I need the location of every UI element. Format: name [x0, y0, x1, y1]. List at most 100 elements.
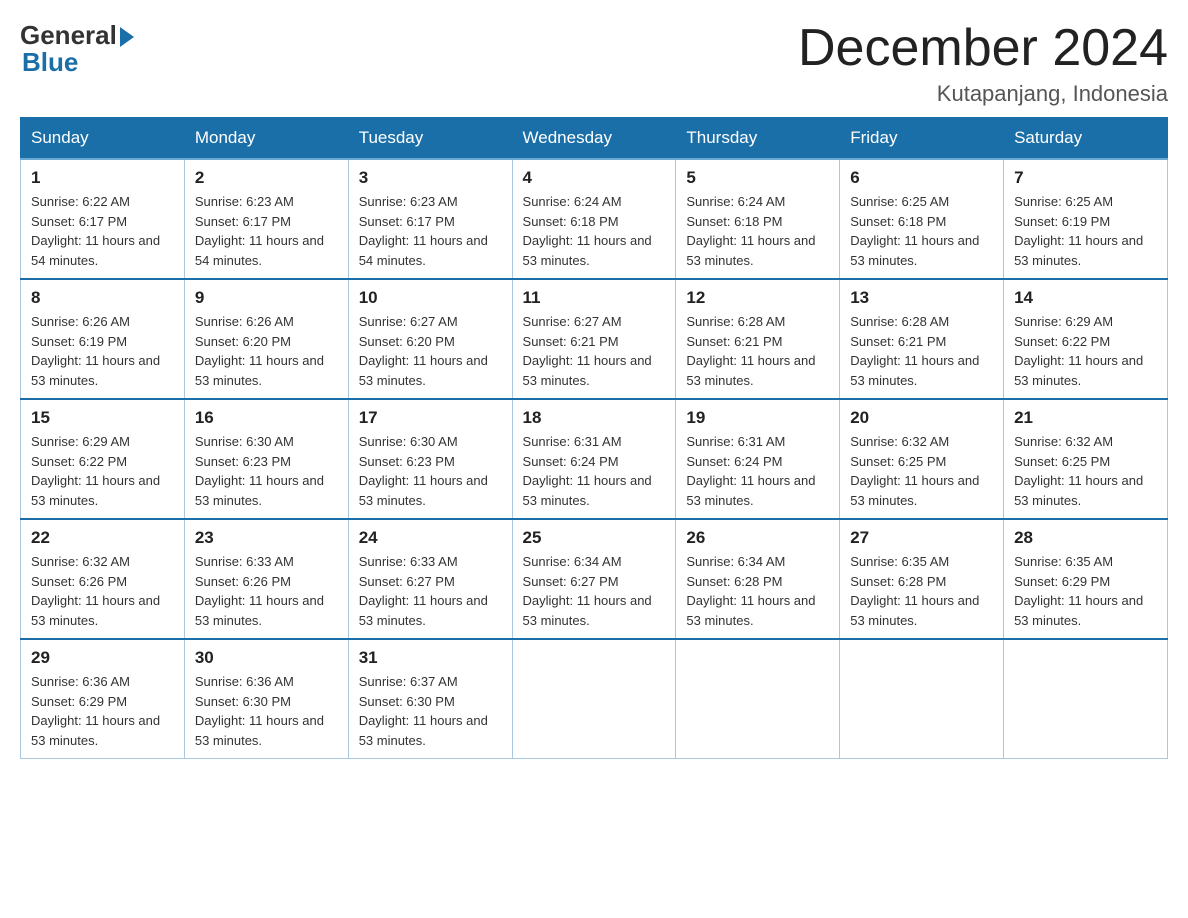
day-info: Sunrise: 6:23 AMSunset: 6:17 PMDaylight:… [359, 192, 502, 270]
calendar-cell: 13 Sunrise: 6:28 AMSunset: 6:21 PMDayligh… [840, 279, 1004, 399]
day-info: Sunrise: 6:27 AMSunset: 6:21 PMDaylight:… [523, 312, 666, 390]
day-info: Sunrise: 6:30 AMSunset: 6:23 PMDaylight:… [359, 432, 502, 510]
day-number: 5 [686, 168, 829, 188]
day-number: 14 [1014, 288, 1157, 308]
calendar-cell: 29Sunrise: 6:36 AMSunset: 6:29 PMDayligh… [21, 639, 185, 759]
calendar-cell: 16Sunrise: 6:30 AMSunset: 6:23 PMDayligh… [184, 399, 348, 519]
day-number: 16 [195, 408, 338, 428]
day-number: 22 [31, 528, 174, 548]
title-area: December 2024 Kutapanjang, Indonesia [798, 20, 1168, 107]
calendar-cell: 5 Sunrise: 6:24 AMSunset: 6:18 PMDaylight… [676, 159, 840, 279]
calendar-cell: 6 Sunrise: 6:25 AMSunset: 6:18 PMDaylight… [840, 159, 1004, 279]
day-info: Sunrise: 6:35 AMSunset: 6:29 PMDaylight:… [1014, 552, 1157, 630]
calendar-cell: 28 Sunrise: 6:35 AMSunset: 6:29 PMDayligh… [1004, 519, 1168, 639]
day-number: 25 [523, 528, 666, 548]
calendar-header-row: SundayMondayTuesdayWednesdayThursdayFrid… [21, 118, 1168, 160]
day-number: 4 [523, 168, 666, 188]
calendar-table: SundayMondayTuesdayWednesdayThursdayFrid… [20, 117, 1168, 759]
calendar-cell: 8 Sunrise: 6:26 AMSunset: 6:19 PMDaylight… [21, 279, 185, 399]
day-number: 29 [31, 648, 174, 668]
calendar-week-row: 1Sunrise: 6:22 AMSunset: 6:17 PMDaylight… [21, 159, 1168, 279]
logo: General Blue [20, 20, 134, 78]
day-info: Sunrise: 6:34 AMSunset: 6:27 PMDaylight:… [523, 552, 666, 630]
page-header: General Blue December 2024 Kutapanjang, … [20, 20, 1168, 107]
calendar-header-thursday: Thursday [676, 118, 840, 160]
calendar-cell [512, 639, 676, 759]
calendar-cell: 1Sunrise: 6:22 AMSunset: 6:17 PMDaylight… [21, 159, 185, 279]
calendar-cell: 15Sunrise: 6:29 AMSunset: 6:22 PMDayligh… [21, 399, 185, 519]
calendar-cell: 22 Sunrise: 6:32 AMSunset: 6:26 PMDayligh… [21, 519, 185, 639]
calendar-cell: 24Sunrise: 6:33 AMSunset: 6:27 PMDayligh… [348, 519, 512, 639]
day-number: 13 [850, 288, 993, 308]
day-info: Sunrise: 6:31 AMSunset: 6:24 PMDaylight:… [523, 432, 666, 510]
logo-triangle-icon [120, 27, 134, 47]
day-info: Sunrise: 6:25 AMSunset: 6:18 PMDaylight:… [850, 192, 993, 270]
day-info: Sunrise: 6:32 AMSunset: 6:25 PMDaylight:… [850, 432, 993, 510]
day-info: Sunrise: 6:32 AMSunset: 6:26 PMDaylight:… [31, 552, 174, 630]
calendar-cell: 7 Sunrise: 6:25 AMSunset: 6:19 PMDaylight… [1004, 159, 1168, 279]
day-info: Sunrise: 6:26 AMSunset: 6:19 PMDaylight:… [31, 312, 174, 390]
day-info: Sunrise: 6:23 AMSunset: 6:17 PMDaylight:… [195, 192, 338, 270]
calendar-cell [676, 639, 840, 759]
day-info: Sunrise: 6:22 AMSunset: 6:17 PMDaylight:… [31, 192, 174, 270]
calendar-week-row: 8 Sunrise: 6:26 AMSunset: 6:19 PMDaylight… [21, 279, 1168, 399]
day-info: Sunrise: 6:29 AMSunset: 6:22 PMDaylight:… [1014, 312, 1157, 390]
calendar-cell: 19Sunrise: 6:31 AMSunset: 6:24 PMDayligh… [676, 399, 840, 519]
calendar-cell: 10 Sunrise: 6:27 AMSunset: 6:20 PMDayligh… [348, 279, 512, 399]
calendar-cell: 27 Sunrise: 6:35 AMSunset: 6:28 PMDayligh… [840, 519, 1004, 639]
calendar-cell: 20 Sunrise: 6:32 AMSunset: 6:25 PMDayligh… [840, 399, 1004, 519]
calendar-header-wednesday: Wednesday [512, 118, 676, 160]
calendar-week-row: 29Sunrise: 6:36 AMSunset: 6:29 PMDayligh… [21, 639, 1168, 759]
logo-blue-text: Blue [20, 47, 78, 78]
calendar-cell: 18 Sunrise: 6:31 AMSunset: 6:24 PMDayligh… [512, 399, 676, 519]
day-number: 31 [359, 648, 502, 668]
calendar-week-row: 22 Sunrise: 6:32 AMSunset: 6:26 PMDayligh… [21, 519, 1168, 639]
calendar-cell: 2 Sunrise: 6:23 AMSunset: 6:17 PMDaylight… [184, 159, 348, 279]
calendar-header-saturday: Saturday [1004, 118, 1168, 160]
day-info: Sunrise: 6:28 AMSunset: 6:21 PMDaylight:… [850, 312, 993, 390]
day-info: Sunrise: 6:27 AMSunset: 6:20 PMDaylight:… [359, 312, 502, 390]
calendar-week-row: 15Sunrise: 6:29 AMSunset: 6:22 PMDayligh… [21, 399, 1168, 519]
calendar-cell: 14 Sunrise: 6:29 AMSunset: 6:22 PMDayligh… [1004, 279, 1168, 399]
calendar-cell: 4 Sunrise: 6:24 AMSunset: 6:18 PMDaylight… [512, 159, 676, 279]
calendar-cell: 31 Sunrise: 6:37 AMSunset: 6:30 PMDayligh… [348, 639, 512, 759]
day-info: Sunrise: 6:36 AMSunset: 6:30 PMDaylight:… [195, 672, 338, 750]
calendar-cell: 3Sunrise: 6:23 AMSunset: 6:17 PMDaylight… [348, 159, 512, 279]
calendar-cell: 21Sunrise: 6:32 AMSunset: 6:25 PMDayligh… [1004, 399, 1168, 519]
day-info: Sunrise: 6:35 AMSunset: 6:28 PMDaylight:… [850, 552, 993, 630]
calendar-cell [1004, 639, 1168, 759]
day-number: 23 [195, 528, 338, 548]
day-info: Sunrise: 6:25 AMSunset: 6:19 PMDaylight:… [1014, 192, 1157, 270]
day-number: 27 [850, 528, 993, 548]
calendar-cell: 11 Sunrise: 6:27 AMSunset: 6:21 PMDayligh… [512, 279, 676, 399]
day-number: 6 [850, 168, 993, 188]
day-number: 9 [195, 288, 338, 308]
calendar-cell: 9 Sunrise: 6:26 AMSunset: 6:20 PMDaylight… [184, 279, 348, 399]
day-info: Sunrise: 6:24 AMSunset: 6:18 PMDaylight:… [686, 192, 829, 270]
day-number: 12 [686, 288, 829, 308]
day-number: 7 [1014, 168, 1157, 188]
calendar-cell: 17Sunrise: 6:30 AMSunset: 6:23 PMDayligh… [348, 399, 512, 519]
day-number: 8 [31, 288, 174, 308]
day-number: 2 [195, 168, 338, 188]
day-number: 11 [523, 288, 666, 308]
day-info: Sunrise: 6:29 AMSunset: 6:22 PMDaylight:… [31, 432, 174, 510]
day-info: Sunrise: 6:26 AMSunset: 6:20 PMDaylight:… [195, 312, 338, 390]
day-number: 10 [359, 288, 502, 308]
month-title: December 2024 [798, 20, 1168, 77]
day-info: Sunrise: 6:37 AMSunset: 6:30 PMDaylight:… [359, 672, 502, 750]
calendar-cell [840, 639, 1004, 759]
day-number: 20 [850, 408, 993, 428]
day-info: Sunrise: 6:28 AMSunset: 6:21 PMDaylight:… [686, 312, 829, 390]
calendar-cell: 12 Sunrise: 6:28 AMSunset: 6:21 PMDayligh… [676, 279, 840, 399]
day-number: 26 [686, 528, 829, 548]
day-number: 18 [523, 408, 666, 428]
day-number: 19 [686, 408, 829, 428]
calendar-cell: 23Sunrise: 6:33 AMSunset: 6:26 PMDayligh… [184, 519, 348, 639]
calendar-cell: 30Sunrise: 6:36 AMSunset: 6:30 PMDayligh… [184, 639, 348, 759]
day-info: Sunrise: 6:24 AMSunset: 6:18 PMDaylight:… [523, 192, 666, 270]
calendar-cell: 25 Sunrise: 6:34 AMSunset: 6:27 PMDayligh… [512, 519, 676, 639]
day-number: 28 [1014, 528, 1157, 548]
calendar-header-sunday: Sunday [21, 118, 185, 160]
calendar-header-friday: Friday [840, 118, 1004, 160]
